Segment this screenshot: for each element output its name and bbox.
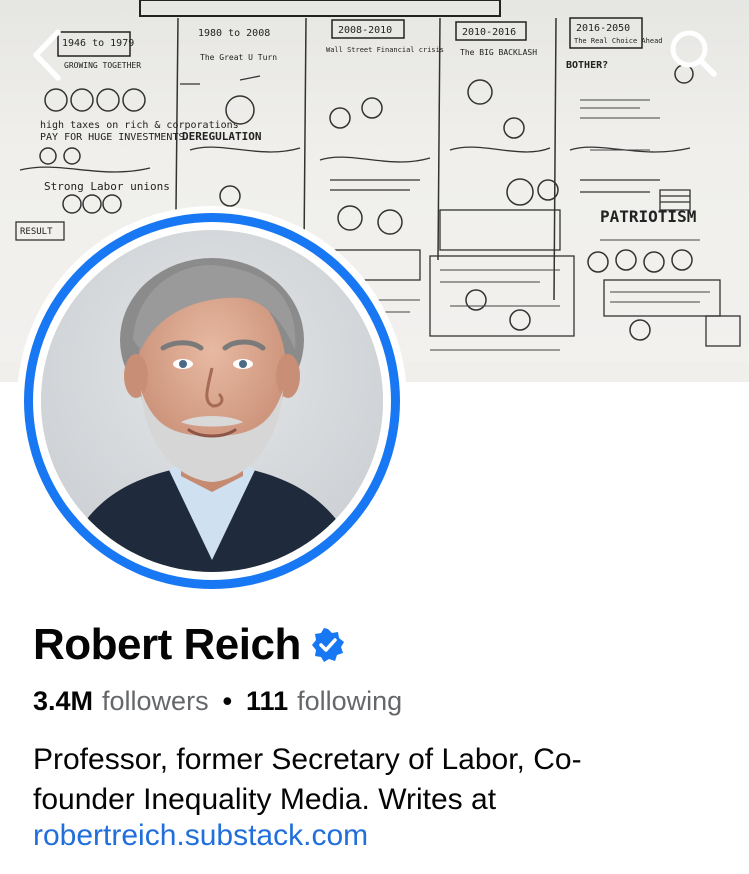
- cover-year-1: 1946 to 1979: [62, 38, 134, 49]
- profile-stats: 3.4M followers • 111 following: [33, 686, 402, 717]
- cover-sub-2: The Great U Turn: [200, 53, 277, 62]
- profile-picture[interactable]: [17, 206, 407, 596]
- profile-name-row: Robert Reich: [33, 620, 345, 670]
- cover-year-2: 1980 to 2008: [198, 28, 270, 39]
- followers-label[interactable]: followers: [102, 686, 209, 717]
- cover-sub-1: GROWING TOGETHER: [64, 61, 141, 70]
- profile-bio: Professor, former Secretary of Labor, Co…: [33, 740, 723, 820]
- search-icon: [670, 30, 717, 77]
- cover-note-3: DEREGULATION: [182, 130, 261, 143]
- following-count[interactable]: 111: [246, 686, 288, 717]
- story-ring: [24, 213, 400, 589]
- profile-website-link[interactable]: robertreich.substack.com: [33, 816, 368, 856]
- back-button[interactable]: [24, 26, 70, 84]
- cover-year-5: 2016-2050: [576, 23, 630, 34]
- cover-sub-5: The Real Choice Ahead: [574, 37, 663, 45]
- stats-separator: •: [222, 686, 233, 716]
- cover-note-5: RESULT: [20, 227, 53, 237]
- verified-badge-icon: [311, 628, 344, 662]
- cover-note-7: BOTHER?: [566, 60, 608, 71]
- following-label[interactable]: following: [297, 686, 402, 717]
- cover-note-2: PAY FOR HUGE INVESTMENTS: [40, 132, 185, 143]
- search-button[interactable]: [666, 26, 720, 80]
- portrait-image: [41, 230, 383, 572]
- cover-year-3: 2008-2010: [338, 25, 392, 36]
- avatar: [41, 230, 383, 572]
- followers-count[interactable]: 3.4M: [33, 686, 93, 717]
- chevron-left-icon: [33, 29, 61, 81]
- bio-line-1: Professor, former Secretary of Labor, Co…: [33, 743, 582, 776]
- cover-sub-3: Wall Street Financial crisis: [326, 46, 444, 54]
- cover-sub-4: The BIG BACKLASH: [460, 48, 537, 57]
- profile-name: Robert Reich: [33, 620, 301, 669]
- bio-line-2: founder Inequality Media. Writes at: [33, 783, 497, 816]
- cover-note-4: Strong Labor unions: [44, 180, 170, 193]
- cover-year-4: 2010-2016: [462, 27, 516, 38]
